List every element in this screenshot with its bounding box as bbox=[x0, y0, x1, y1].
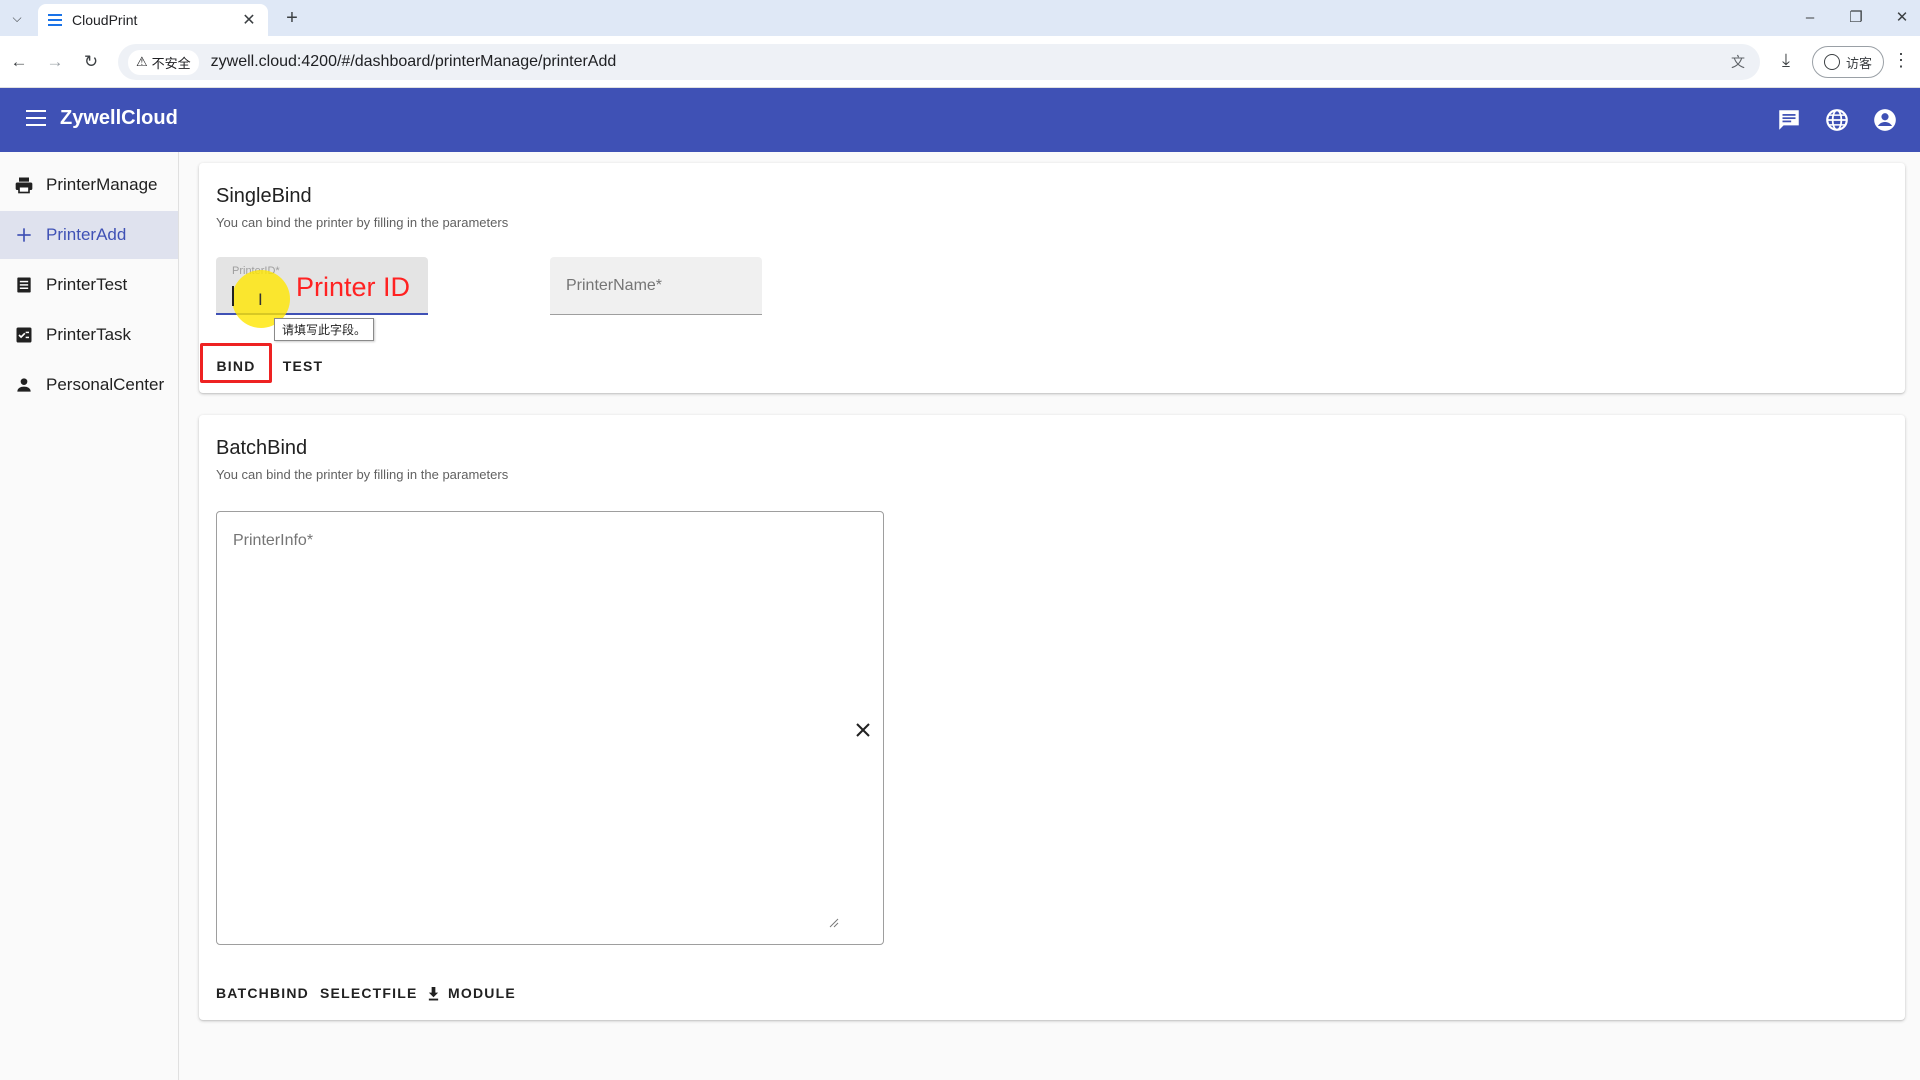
module-label: MODULE bbox=[448, 985, 516, 1001]
printer-info-textarea[interactable]: PrinterInfo* bbox=[216, 511, 884, 945]
browser-menu-icon[interactable]: ⋮ bbox=[1892, 50, 1910, 71]
translate-icon[interactable]: 文 bbox=[1726, 50, 1750, 74]
guest-profile-button[interactable]: 访客 bbox=[1812, 46, 1884, 78]
sidebar-item-personalcenter[interactable]: PersonalCenter bbox=[0, 361, 178, 409]
sidebar-item-label: PrinterTest bbox=[46, 275, 128, 294]
back-arrow-icon[interactable]: ← bbox=[6, 49, 32, 75]
warning-triangle-icon: ⚠ bbox=[136, 54, 148, 69]
minimize-button[interactable]: – bbox=[1790, 6, 1830, 30]
app-title: ZywellCloud bbox=[60, 107, 178, 129]
clear-close-icon[interactable] bbox=[853, 720, 873, 740]
cloudprint-favicon-icon bbox=[48, 14, 62, 26]
sidebar-item-printeradd[interactable]: PrinterAdd bbox=[0, 211, 178, 259]
sidebar-item-label: PrinterTask bbox=[46, 325, 132, 344]
selectfile-button[interactable]: SELECTFILE bbox=[320, 978, 418, 1008]
new-tab-button[interactable]: + bbox=[280, 6, 304, 30]
bind-button-highlight-box bbox=[200, 343, 272, 383]
restore-button[interactable]: ❐ bbox=[1836, 6, 1876, 30]
download-arrow-icon bbox=[428, 986, 439, 1000]
single-bind-subtitle: You can bind the printer by filling in t… bbox=[216, 215, 509, 230]
browser-toolbar: ← → ↻ ⚠ 不安全 zywell.cloud:4200/#/dashboar… bbox=[0, 36, 1920, 88]
browser-tab-bar: ⌵ CloudPrint ✕ + – ❐ ✕ bbox=[0, 0, 1920, 36]
sidebar-item-printermanage[interactable]: PrinterManage bbox=[0, 161, 178, 209]
module-download-button[interactable]: MODULE bbox=[427, 978, 516, 1008]
single-bind-card: SingleBind You can bind the printer by f… bbox=[199, 163, 1905, 393]
test-button[interactable]: TEST bbox=[273, 348, 333, 384]
task-check-icon bbox=[16, 327, 32, 343]
resize-handle-icon[interactable] bbox=[827, 916, 839, 928]
tab-close-icon[interactable]: ✕ bbox=[240, 10, 258, 30]
sidebar-item-printertest[interactable]: PrinterTest bbox=[0, 261, 178, 309]
person-icon bbox=[17, 378, 31, 392]
printer-name-field[interactable]: PrinterName* bbox=[550, 257, 762, 315]
batch-bind-title: BatchBind bbox=[216, 437, 308, 459]
printer-info-label: PrinterInfo* bbox=[233, 532, 314, 549]
printer-name-placeholder: PrinterName* bbox=[566, 277, 663, 294]
document-list-icon bbox=[17, 277, 31, 293]
app-header: ZywellCloud bbox=[0, 88, 1920, 152]
text-cursor-icon: I bbox=[258, 290, 263, 309]
hamburger-menu-icon[interactable] bbox=[26, 110, 46, 126]
security-warning-chip[interactable]: ⚠ 不安全 bbox=[128, 49, 199, 75]
text-caret bbox=[232, 286, 234, 306]
batchbind-button[interactable]: BATCHBIND bbox=[216, 978, 309, 1008]
reload-icon[interactable]: ↻ bbox=[78, 49, 104, 75]
download-icon[interactable]: ⤓ bbox=[1774, 50, 1798, 74]
sidebar-item-printertask[interactable]: PrinterTask bbox=[0, 311, 178, 359]
forward-arrow-icon[interactable]: → bbox=[42, 49, 68, 75]
security-label: 不安全 bbox=[151, 55, 191, 71]
validation-tooltip: 请填写此字段。 bbox=[274, 318, 375, 341]
browser-tab[interactable]: CloudPrint ✕ bbox=[38, 4, 268, 36]
sidebar-nav: PrinterManage PrinterAdd PrinterTest Pri… bbox=[0, 152, 179, 1080]
batch-bind-subtitle: You can bind the printer by filling in t… bbox=[216, 467, 509, 482]
address-bar[interactable]: ⚠ 不安全 zywell.cloud:4200/#/dashboard/prin… bbox=[118, 44, 1760, 80]
window-close-button[interactable]: ✕ bbox=[1882, 6, 1920, 30]
url-text[interactable]: zywell.cloud:4200/#/dashboard/printerMan… bbox=[211, 53, 1726, 71]
batch-bind-card: BatchBind You can bind the printer by fi… bbox=[199, 415, 1905, 1020]
guest-label: 访客 bbox=[1845, 55, 1872, 71]
profile-avatar-icon bbox=[1823, 54, 1840, 70]
sidebar-item-label: PrinterAdd bbox=[46, 225, 127, 244]
tab-title: CloudPrint bbox=[72, 12, 138, 28]
account-circle-icon[interactable] bbox=[1872, 107, 1898, 133]
printer-icon bbox=[15, 177, 33, 194]
printer-id-annotation: Printer ID bbox=[296, 272, 411, 302]
add-icon bbox=[17, 228, 31, 242]
message-icon[interactable] bbox=[1776, 107, 1802, 133]
globe-language-icon[interactable] bbox=[1824, 107, 1850, 133]
single-bind-title: SingleBind bbox=[216, 185, 312, 207]
sidebar-item-label: PersonalCenter bbox=[46, 375, 165, 394]
tab-search-chevron-icon[interactable]: ⌵ bbox=[4, 6, 30, 30]
sidebar-item-label: PrinterManage bbox=[46, 175, 158, 194]
